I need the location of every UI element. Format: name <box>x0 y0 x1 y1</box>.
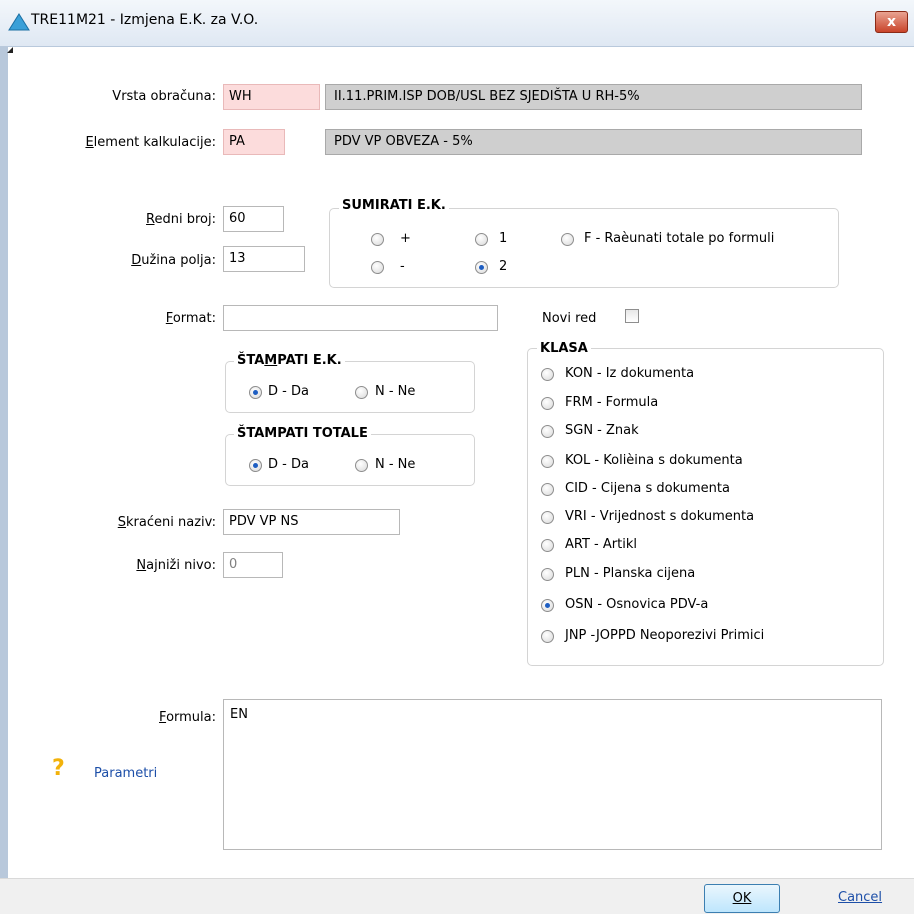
klasa-frm-radio[interactable] <box>541 397 554 410</box>
stampati-totale-da-radio[interactable] <box>249 459 262 472</box>
stampati-totale-ne-radio[interactable] <box>355 459 368 472</box>
element-kalkulacije-code-field[interactable]: PA <box>223 129 285 155</box>
resize-corner-icon <box>7 47 13 53</box>
stampati-totale-ne-label: N - Ne <box>375 457 416 472</box>
vrsta-obracuna-code-field[interactable]: WH <box>223 84 320 110</box>
klasa-pln-label: PLN - Planska cijena <box>565 566 696 581</box>
sumirati-plus-label: + <box>400 231 411 246</box>
klasa-art-radio[interactable] <box>541 539 554 552</box>
skraceni-naziv-input[interactable]: PDV VP NS <box>223 509 400 535</box>
klasa-cid-radio[interactable] <box>541 483 554 496</box>
element-kalkulacije-label: Element kalkulacije: <box>85 135 216 150</box>
sumirati-minus-label: - <box>400 259 405 274</box>
klasa-jnp-radio[interactable] <box>541 630 554 643</box>
stampati-ek-ne-radio[interactable] <box>355 386 368 399</box>
redni-broj-input[interactable]: 60 <box>223 206 284 232</box>
klasa-jnp-label: JNP -JOPPD Neoporezivi Primici <box>565 628 765 643</box>
ok-button[interactable]: OK <box>704 884 780 913</box>
klasa-cid-label: CID - Cijena s dokumenta <box>565 481 730 496</box>
close-button[interactable]: x <box>875 11 908 33</box>
stampati-ek-title: ŠTAMPATI E.K. <box>234 353 345 368</box>
format-input[interactable] <box>223 305 498 331</box>
najnizi-nivo-label: Najniži nivo: <box>136 558 216 573</box>
sumirati-title: SUMIRATI E.K. <box>339 198 449 213</box>
klasa-vri-radio[interactable] <box>541 511 554 524</box>
stampati-ek-da-radio[interactable] <box>249 386 262 399</box>
sumirati-f-label: F - Raèunati totale po formuli <box>584 231 775 246</box>
redni-broj-label: Redni broj: <box>146 212 216 227</box>
sumirati-1-label: 1 <box>499 231 508 246</box>
sumirati-plus-radio[interactable] <box>371 233 384 246</box>
klasa-title: KLASA <box>537 341 591 356</box>
sumirati-f-radio[interactable] <box>561 233 574 246</box>
klasa-kol-label: KOL - Kolièina s dokumenta <box>565 453 743 468</box>
parametri-link[interactable]: Parametri <box>94 766 157 781</box>
stampati-ek-da-label: D - Da <box>268 384 309 399</box>
klasa-osn-radio[interactable] <box>541 599 554 612</box>
klasa-kon-radio[interactable] <box>541 368 554 381</box>
stampati-ek-ne-label: N - Ne <box>375 384 416 399</box>
klasa-sgn-label: SGN - Znak <box>565 423 639 438</box>
sumirati-1-radio[interactable] <box>475 233 488 246</box>
format-label: Format: <box>165 311 216 326</box>
klasa-art-label: ART - Artikl <box>565 537 637 552</box>
stampati-totale-title: ŠTAMPATI TOTALE <box>234 426 371 441</box>
klasa-osn-label: OSN - Osnovica PDV-a <box>565 597 709 612</box>
najnizi-nivo-input[interactable]: 0 <box>223 552 283 578</box>
formula-textarea[interactable]: EN <box>223 699 882 850</box>
klasa-kon-label: KON - Iz dokumenta <box>565 366 695 381</box>
klasa-kol-radio[interactable] <box>541 455 554 468</box>
sumirati-groupbox <box>329 208 839 288</box>
sumirati-2-label: 2 <box>499 259 508 274</box>
sumirati-minus-radio[interactable] <box>371 261 384 274</box>
klasa-vri-label: VRI - Vrijednost s dokumenta <box>565 509 755 524</box>
stampati-ek-groupbox <box>225 361 475 413</box>
duzina-polja-input[interactable]: 13 <box>223 246 305 272</box>
cancel-button[interactable]: Cancel <box>838 890 882 905</box>
stampati-totale-groupbox <box>225 434 475 486</box>
window-left-border <box>0 47 8 913</box>
stampati-totale-da-label: D - Da <box>268 457 309 472</box>
duzina-polja-label: Dužina polja: <box>131 253 216 268</box>
window-title: TRE11M21 - Izmjena E.K. za V.O. <box>31 12 259 28</box>
novi-red-label: Novi red <box>542 311 597 326</box>
klasa-frm-label: FRM - Formula <box>565 395 659 410</box>
novi-red-checkbox[interactable] <box>625 309 639 323</box>
element-kalkulacije-description: PDV VP OBVEZA - 5% <box>325 129 862 155</box>
vrsta-obracuna-description: II.11.PRIM.ISP DOB/USL BEZ SJEDIŠTA U RH… <box>325 84 862 110</box>
question-mark-icon: ? <box>52 756 65 781</box>
klasa-pln-radio[interactable] <box>541 568 554 581</box>
vrsta-obracuna-label: Vrsta obračuna: <box>112 89 216 104</box>
formula-label: Formula: <box>159 710 216 725</box>
klasa-sgn-radio[interactable] <box>541 425 554 438</box>
skraceni-naziv-label: Skraćeni naziv: <box>117 515 216 530</box>
sumirati-2-radio[interactable] <box>475 261 488 274</box>
app-icon <box>8 13 30 31</box>
